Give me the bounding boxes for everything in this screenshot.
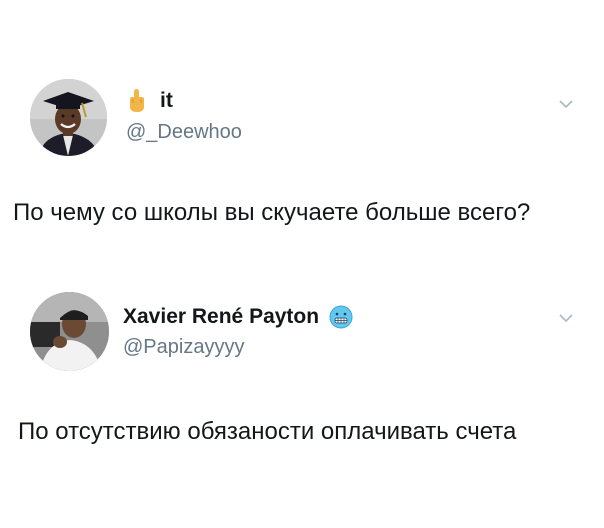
tweet-text: По отсутствию обязаности оплачивать счет… [18,418,517,445]
tweet-text: По чему со школы вы скучаете больше всег… [13,199,531,226]
avatar[interactable] [30,292,109,371]
user-handle[interactable]: @_Deewhoo [126,121,242,144]
avatar-photo-image [30,292,109,371]
avatar-graduate-image [30,79,107,156]
chevron-down-icon[interactable] [558,310,574,326]
avatar[interactable] [30,79,107,156]
user-handle[interactable]: @Papizayyyy [123,336,244,359]
display-name[interactable]: it [126,88,173,114]
display-name[interactable]: Xavier René Payton [123,305,353,329]
grimacing-cold-face-icon [329,305,353,329]
middle-finger-icon [130,89,144,112]
display-name-text: Xavier René Payton [123,305,320,328]
display-name-text: it [160,89,173,112]
chevron-down-icon[interactable] [558,96,574,112]
tweet: it @_Deewhoo По чему со школы вы скучает… [0,0,604,260]
tweet: Xavier René Payton @Papizayyyy По отсутс… [0,260,604,528]
